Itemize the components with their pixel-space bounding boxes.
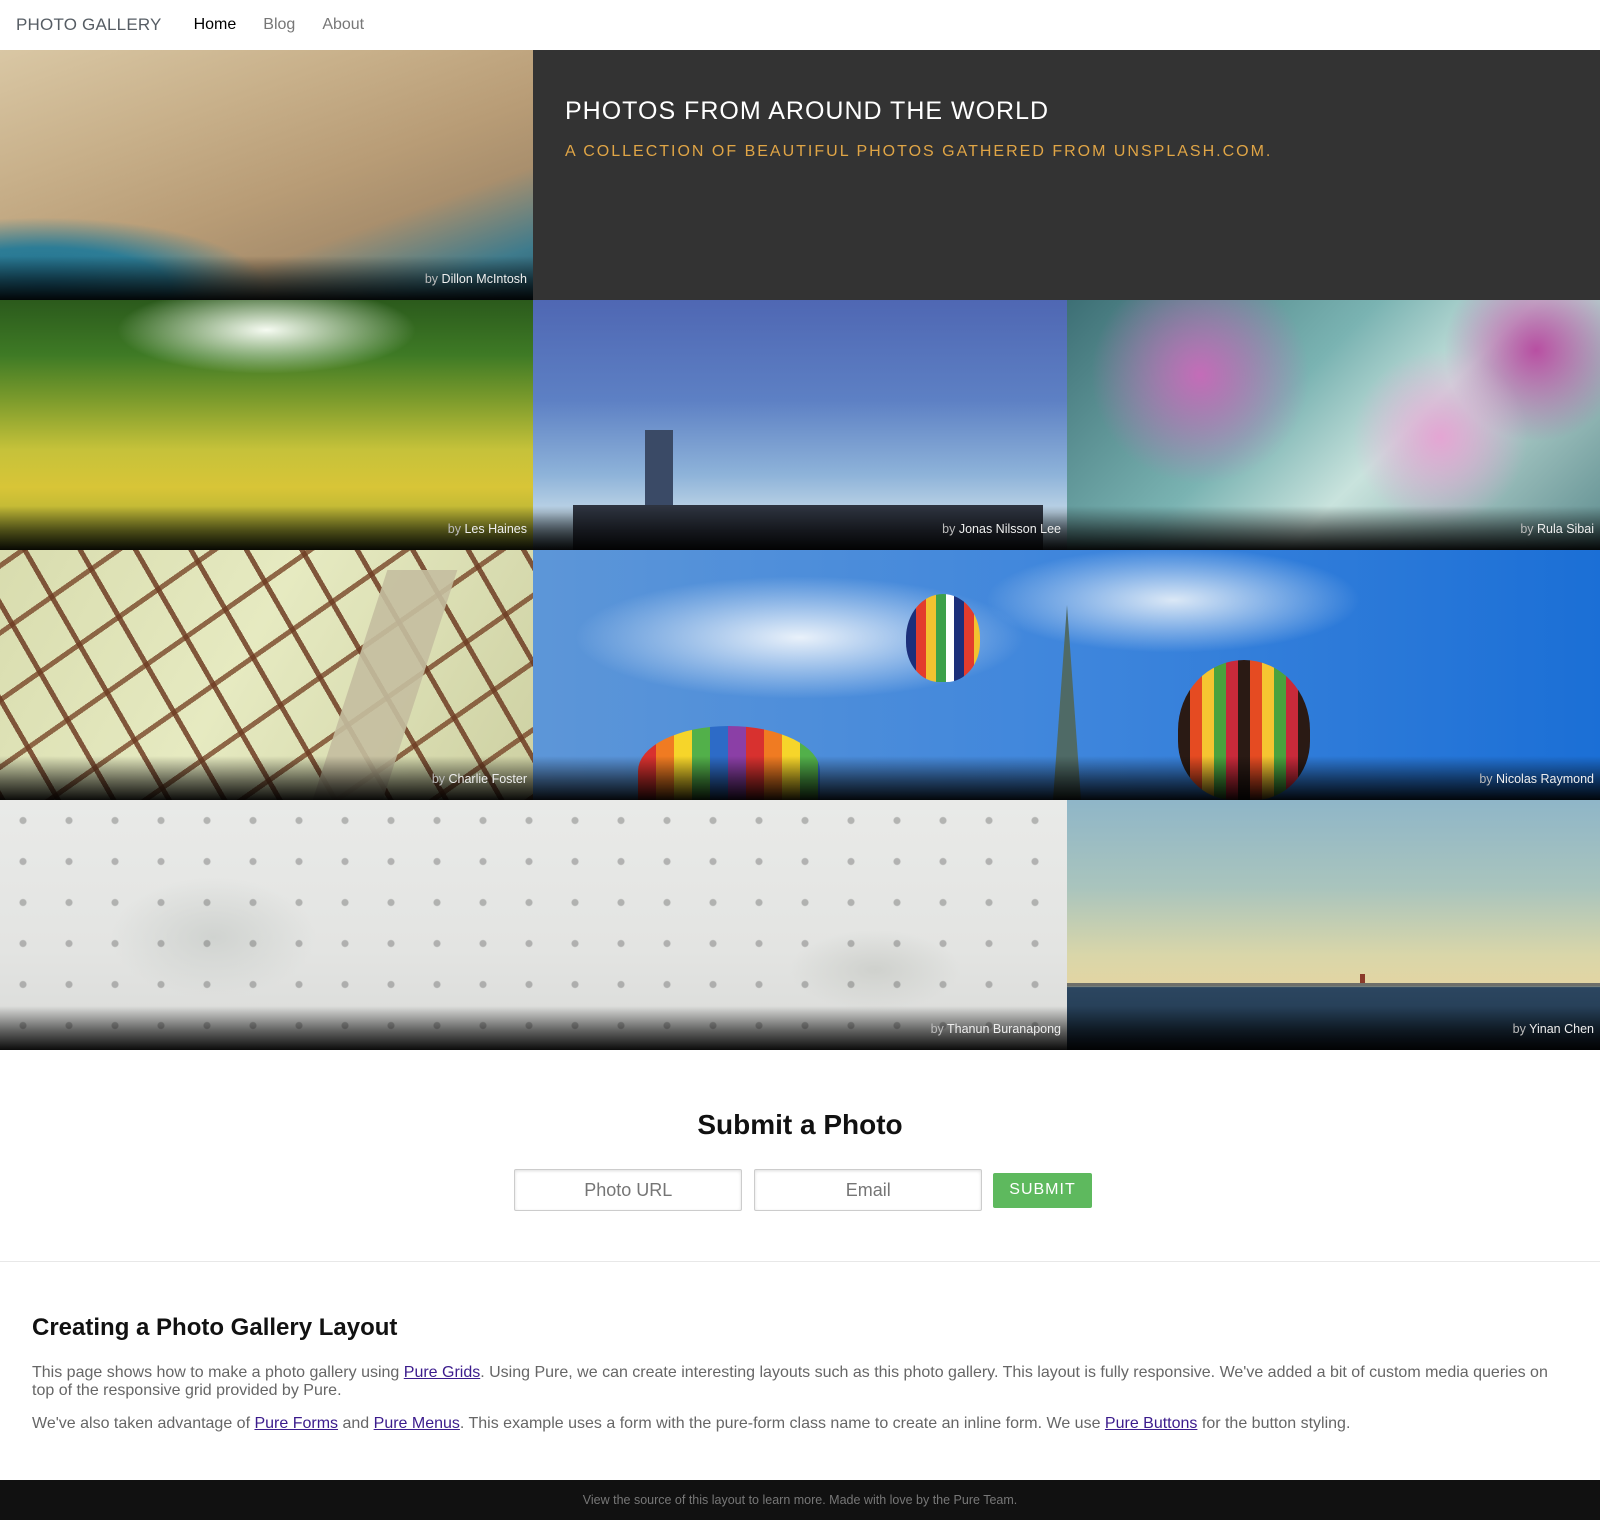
photo-caption: by Jonas Nilsson Lee [533,506,1067,550]
article-paragraph-2: We've also taken advantage of Pure Forms… [32,1415,1351,1432]
photo-author: Thanun Buranapong [947,1022,1061,1036]
hero-subtitle: A collection of beautiful photos gathere… [565,143,1273,160]
brand-heading[interactable]: PHOTO GALLERY [16,15,162,35]
submit-photo-form: Submit [0,1169,1600,1211]
photo-author: Yinan Chen [1529,1022,1594,1036]
photo-caption: by Les Haines [0,506,533,550]
photo-tile-meadow[interactable]: by Les Haines [0,300,533,550]
email-input[interactable] [754,1169,983,1211]
photo-caption: by Nicolas Raymond [533,756,1600,800]
photo-gallery: by Dillon McIntosh Photos from around th… [0,50,1600,1050]
photo-tile-raindrops[interactable]: by Thanun Buranapong [0,800,1067,1050]
photo-author: Rula Sibai [1537,522,1594,536]
menu-item-about[interactable]: About [322,16,364,34]
photo-author: Nicolas Raymond [1496,772,1594,786]
info-article: Creating a Photo Gallery Layout This pag… [0,1262,1600,1480]
pure-forms-link[interactable]: Pure Forms [254,1415,338,1432]
pure-menus-link[interactable]: Pure Menus [374,1415,460,1432]
photo-tile-seascape[interactable]: by Yinan Chen [1067,800,1600,1050]
photo-tile-city-skyline[interactable]: by Jonas Nilsson Lee [533,300,1067,550]
submit-button[interactable]: Submit [993,1172,1092,1208]
photo-caption: by Thanun Buranapong [0,1006,1067,1050]
menu-item-home[interactable]: Home [194,16,237,34]
photo-caption: by Rula Sibai [1067,506,1600,550]
submit-title: Submit a Photo [697,1109,903,1140]
photo-url-input[interactable] [514,1169,743,1211]
photo-author: Charlie Foster [448,772,528,786]
photo-author: Les Haines [464,522,527,536]
photo-author: Jonas Nilsson Lee [958,522,1061,536]
menu-item-blog[interactable]: Blog [263,16,295,34]
hero-title: Photos from around the world [565,97,1050,125]
photo-author: Dillon McIntosh [441,272,527,286]
photo-caption: by Yinan Chen [1067,1006,1600,1050]
photo-tile-bridge[interactable]: by Charlie Foster [0,550,533,800]
pier [1067,983,1600,986]
photo-caption: by Charlie Foster [0,756,533,800]
pure-grids-link[interactable]: Pure Grids [404,1364,480,1381]
top-menu: PHOTO GALLERY Home Blog About [0,0,1600,50]
photo-tile-blossoms[interactable]: by Rula Sibai [1067,300,1600,550]
submit-photo-section: Submit a Photo Submit [0,1050,1600,1262]
photo-tile-balloons[interactable]: by Nicolas Raymond [533,550,1600,800]
hero-banner: Photos from around the world A collectio… [533,50,1600,300]
pure-buttons-link[interactable]: Pure Buttons [1105,1415,1198,1432]
photo-caption: by Dillon McIntosh [0,256,533,300]
article-title: Creating a Photo Gallery Layout [32,1314,398,1341]
balloon-small [906,594,980,682]
footer: View the source of this layout to learn … [0,1480,1600,1520]
article-paragraph-1: This page shows how to make a photo gall… [32,1364,1548,1399]
photo-tile-coastline[interactable]: by Dillon McIntosh [0,50,533,300]
